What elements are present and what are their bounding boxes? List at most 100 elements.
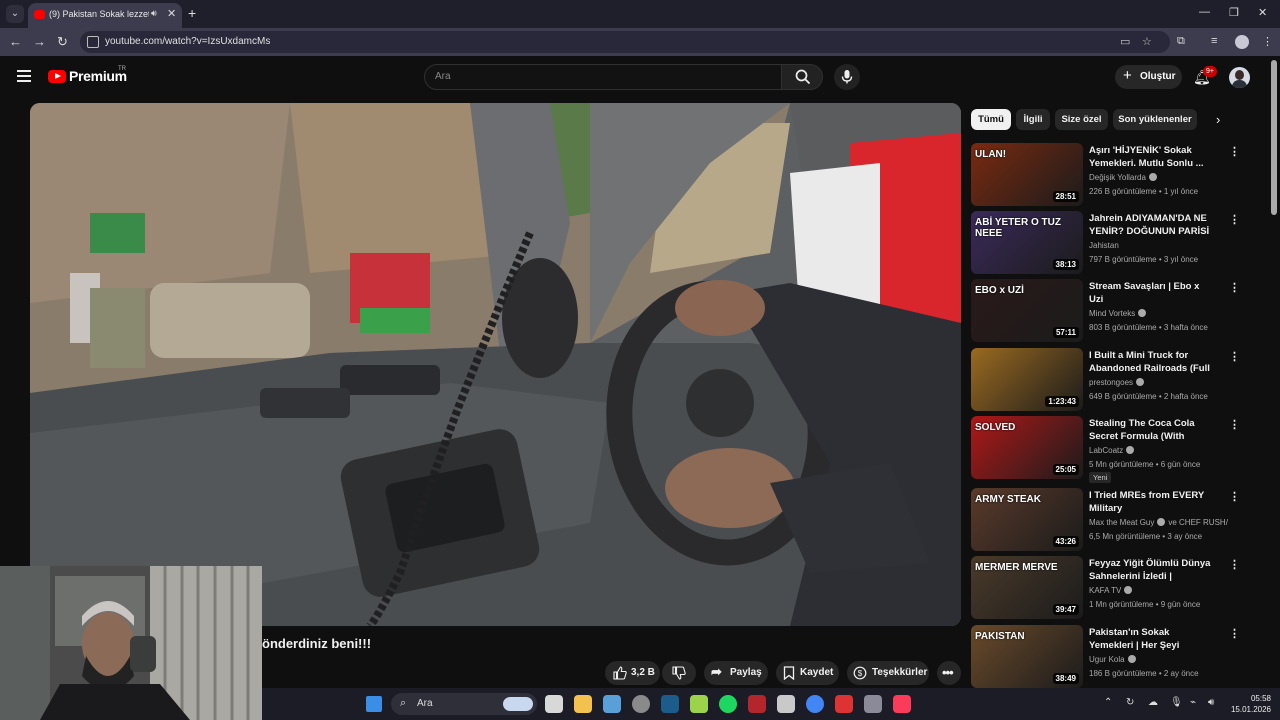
search-icon [795,69,811,85]
video-thumbnail[interactable]: ARMY STEAK 43:26 [971,488,1083,551]
account-avatar[interactable] [1229,67,1250,88]
voice-search-button[interactable] [834,64,860,90]
page-scrollbar[interactable] [1271,60,1277,215]
search-button[interactable] [781,64,823,90]
share-button[interactable]: ➦ Paylaş [704,661,768,685]
channel-name[interactable]: prestongoes [1089,378,1229,387]
hamburger-menu-icon[interactable] [17,70,31,82]
obs-icon[interactable] [632,695,650,713]
plus-icon: + [1123,67,1132,84]
video-thumbnail[interactable]: ULAN! 28:51 [971,143,1083,206]
recommendation-item[interactable]: PAKISTAN 38:49 Pakistan'ın Sokak Yemekleri… [971,625,1241,689]
video-meta: 6,5 Mn görüntüleme • 3 ay önce [1089,532,1203,541]
more-vertical-icon[interactable]: ⋮ [1229,350,1240,363]
video-thumbnail[interactable]: PAKISTAN 38:49 [971,625,1083,688]
reload-icon[interactable]: ↻ [57,34,68,50]
start-windows-icon[interactable] [366,696,382,712]
tray-chevron-icon[interactable]: ⌃ [1104,697,1112,708]
more-actions-button[interactable]: ••• [937,661,961,685]
chrome-icon[interactable] [806,695,824,713]
task-view-icon[interactable] [545,695,563,713]
app-icon[interactable] [748,695,766,713]
chevron-right-icon[interactable]: › [1216,112,1220,127]
recommendation-item[interactable]: SOLVED 25:05 Stealing The Coca Cola Secret… [971,416,1241,483]
store-icon[interactable] [603,695,621,713]
network-icon[interactable]: ⌁ [1190,697,1196,708]
speaker-icon[interactable]: 🔊︎ [151,8,157,19]
taskbar-search[interactable]: ⌕ Ara [391,693,537,715]
channel-name[interactable]: Jahistan [1089,241,1229,250]
game-launcher-icon[interactable] [690,695,708,713]
restore-icon[interactable]: ❐ [1229,6,1239,19]
more-vertical-icon[interactable]: ⋮ [1229,490,1240,503]
site-info-icon[interactable] [87,36,99,48]
thumbs-up-icon [613,666,627,680]
more-vertical-icon[interactable]: ⋮ [1229,213,1240,226]
video-thumbnail[interactable]: 1:23:43 [971,348,1083,411]
recommendation-item[interactable]: ABİ YETER O TUZ NEEE 38:13 Jahrein ADIYAMA… [971,211,1241,275]
taskbar-clock[interactable]: 05:58 15.01.2026 [1225,693,1271,715]
video-player[interactable] [30,103,961,626]
verified-check-icon [1136,378,1145,386]
chip-for-you[interactable]: Size özel [1055,109,1108,130]
address-bar[interactable]: youtube.com/watch?v=IzsUxdamcMs ▭ ☆ [80,31,1170,53]
file-explorer-icon[interactable] [574,695,592,713]
more-vertical-icon[interactable]: ⋮ [1229,558,1240,571]
channel-name[interactable]: Max the Meat Guyve CHEF RUSH/ S... [1089,518,1229,527]
steam-icon[interactable] [661,695,679,713]
like-button[interactable]: 3,2 B [605,661,660,685]
recommendation-item[interactable]: EBO x UZİ 57:11 Stream Savaşları | Ebo x U… [971,279,1241,343]
music-icon[interactable] [893,695,911,713]
create-button[interactable]: + Oluştur [1115,65,1182,89]
active-tab[interactable]: (9) Pakistan Sokak lezzetleri 🔊︎ ✕ [28,3,182,28]
recommendation-item[interactable]: ULAN! 28:51 Aşırı 'HİJYENİK' Sokak Yemekle… [971,143,1241,207]
minimize-icon[interactable]: — [1199,6,1210,18]
extensions-icon[interactable]: ⧉ [1177,35,1185,48]
chip-recent[interactable]: Son yüklenenler [1113,109,1197,130]
bookmark-star-icon[interactable]: ☆ [1142,35,1152,48]
channel-name[interactable]: LabCoatz [1089,446,1229,455]
dislike-button[interactable] [662,661,696,685]
window-close-icon[interactable]: ✕ [1258,6,1267,19]
channel-name[interactable]: Mind Vorteks [1089,309,1229,318]
close-tab-icon[interactable]: ✕ [167,7,176,20]
reading-list-icon[interactable]: ≡ [1211,35,1217,47]
recommendation-item[interactable]: MERMER MERVE 39:47 Feyyaz Yiğit Ölümlü Dün… [971,556,1241,620]
tab-search-dropdown-icon[interactable]: ⌄ [6,5,24,23]
more-vertical-icon[interactable]: ⋮ [1229,418,1240,431]
tray-sync-icon[interactable]: ↻ [1126,697,1134,708]
recommendation-item[interactable]: ARMY STEAK 43:26 I Tried MREs from EVERY M… [971,488,1241,552]
more-vertical-icon[interactable]: ⋮ [1229,145,1240,158]
browser-menu-icon[interactable]: ⋮ [1262,35,1273,48]
spotify-icon[interactable] [719,695,737,713]
video-thumbnail[interactable]: SOLVED 25:05 [971,416,1083,479]
cloud-icon[interactable]: ☁ [1148,697,1158,708]
calculator-icon[interactable] [864,695,882,713]
new-tab-icon[interactable]: + [188,5,196,21]
thanks-button[interactable]: $ Teşekkürler [847,661,929,685]
notes-icon[interactable] [777,695,795,713]
volume-icon[interactable]: 🔊︎ [1208,697,1214,708]
more-vertical-icon[interactable]: ⋮ [1229,281,1240,294]
share-arrow-icon: ➦ [711,664,722,679]
chip-related[interactable]: İlgili [1016,109,1050,130]
chip-all[interactable]: Tümü [971,109,1011,130]
media-app-icon[interactable] [835,695,853,713]
more-vertical-icon[interactable]: ⋮ [1229,627,1240,640]
tray-mic-icon[interactable]: 🎙︎ [1170,697,1183,708]
video-title: önderdiniz beni!!! [262,636,372,651]
save-button[interactable]: Kaydet [776,661,839,685]
video-thumbnail[interactable]: ABİ YETER O TUZ NEEE 38:13 [971,211,1083,274]
video-thumbnail[interactable]: EBO x UZİ 57:11 [971,279,1083,342]
cast-icon[interactable]: ▭ [1120,35,1130,48]
browser-profile-avatar[interactable] [1235,35,1249,49]
forward-icon[interactable]: → [33,34,46,49]
search-input[interactable]: Ara [424,64,782,90]
channel-name[interactable]: Ugur Kola [1089,655,1229,664]
channel-name[interactable]: KAFA TV [1089,586,1229,595]
video-thumbnail[interactable]: MERMER MERVE 39:47 [971,556,1083,619]
channel-name[interactable]: Değişik Yollarda [1089,173,1229,182]
recommendation-item[interactable]: 1:23:43 I Built a Mini Truck for Abandone… [971,348,1241,412]
channel-extra: ve CHEF RUSH/ S... [1168,518,1229,527]
back-icon[interactable]: ← [9,34,22,49]
